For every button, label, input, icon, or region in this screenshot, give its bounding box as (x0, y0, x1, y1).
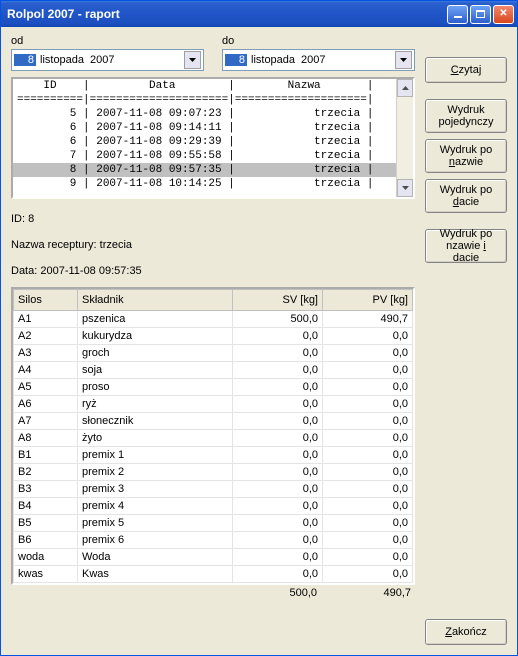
date-from-month[interactable]: listopada (36, 54, 90, 66)
list-row[interactable]: 6 | 2007-11-08 09:14:11 | trzecia | (13, 121, 397, 135)
dropdown-icon[interactable] (395, 51, 412, 69)
grid-header[interactable]: SV [kg] (233, 290, 323, 311)
scroll-up-icon[interactable] (397, 79, 413, 97)
total-pv: 490,7 (321, 587, 415, 599)
grid-header[interactable]: Silos (14, 290, 78, 311)
date-from-picker[interactable]: 8 listopada 2007 (11, 49, 204, 71)
read-button[interactable]: Czytaj (425, 57, 507, 83)
scrollbar[interactable] (396, 79, 413, 197)
list-row[interactable]: 8 | 2007-11-08 09:57:35 | trzecia | (13, 163, 397, 177)
list-row[interactable]: 5 | 2007-11-08 09:07:23 | trzecia | (13, 107, 397, 121)
date-from-year[interactable]: 2007 (90, 54, 114, 66)
print-by-name-button[interactable]: Wydruk po nazwie (425, 139, 507, 173)
titlebar: Rolpol 2007 - raport (1, 1, 517, 27)
list-row[interactable]: 9 | 2007-11-08 10:14:25 | trzecia | (13, 177, 397, 191)
close-app-button[interactable]: Zakończ (425, 619, 507, 645)
table-row[interactable]: A4soja0,00,0 (14, 362, 413, 379)
print-by-date-button[interactable]: Wydruk po dacie (425, 179, 507, 213)
table-row[interactable]: kwasKwas0,00,0 (14, 566, 413, 583)
report-list[interactable]: ID | Data | Nazwa |==========|==========… (11, 77, 415, 199)
grid-totals: 500,0 490,7 (11, 587, 415, 599)
dropdown-icon[interactable] (184, 51, 201, 69)
table-row[interactable]: A3groch0,00,0 (14, 345, 413, 362)
date-from-day[interactable]: 8 (14, 54, 36, 66)
table-row[interactable]: B4premix 40,00,0 (14, 498, 413, 515)
app-window: Rolpol 2007 - raport od 8 listopada 2007 (0, 0, 518, 656)
table-row[interactable]: B1premix 10,00,0 (14, 447, 413, 464)
table-row[interactable]: wodaWoda0,00,0 (14, 549, 413, 566)
from-label: od (11, 35, 204, 47)
date-to-month[interactable]: listopada (247, 54, 301, 66)
table-row[interactable]: A2kukurydza0,00,0 (14, 328, 413, 345)
table-row[interactable]: A5proso0,00,0 (14, 379, 413, 396)
list-row[interactable]: 7 | 2007-11-08 09:55:58 | trzecia | (13, 149, 397, 163)
total-sv: 500,0 (227, 587, 321, 599)
ingredients-grid[interactable]: SilosSkładnikSV [kg]PV [kg] A1pszenica50… (11, 287, 415, 585)
list-row[interactable]: ID | Data | Nazwa | (13, 79, 397, 93)
table-row[interactable]: A1pszenica500,0490,7 (14, 311, 413, 328)
list-row[interactable]: ==========|=====================|=======… (13, 93, 397, 107)
grid-header[interactable]: PV [kg] (323, 290, 413, 311)
detail-id: ID: 8 (11, 213, 415, 225)
print-single-button[interactable]: Wydruk pojedynczy (425, 99, 507, 133)
date-to-day[interactable]: 8 (225, 54, 247, 66)
print-by-name-date-button[interactable]: Wydruk po nzawie i dacie (425, 229, 507, 263)
list-row[interactable]: 6 | 2007-11-08 09:29:39 | trzecia | (13, 135, 397, 149)
table-row[interactable]: B6premix 60,00,0 (14, 532, 413, 549)
grid-header[interactable]: Składnik (78, 290, 233, 311)
scroll-down-icon[interactable] (397, 179, 413, 197)
table-row[interactable]: B5premix 50,00,0 (14, 515, 413, 532)
table-row[interactable]: B3premix 30,00,0 (14, 481, 413, 498)
table-row[interactable]: A6ryż0,00,0 (14, 396, 413, 413)
table-row[interactable]: A7słonecznik0,00,0 (14, 413, 413, 430)
table-row[interactable]: A8żyto0,00,0 (14, 430, 413, 447)
window-title: Rolpol 2007 - raport (7, 7, 447, 21)
minimize-button[interactable] (447, 5, 468, 24)
table-row[interactable]: B2premix 20,00,0 (14, 464, 413, 481)
close-button[interactable] (493, 5, 514, 24)
maximize-button[interactable] (470, 5, 491, 24)
date-to-year[interactable]: 2007 (301, 54, 325, 66)
detail-date: Data: 2007-11-08 09:57:35 (11, 265, 415, 277)
to-label: do (222, 35, 415, 47)
detail-name: Nazwa receptury: trzecia (11, 239, 415, 251)
date-to-picker[interactable]: 8 listopada 2007 (222, 49, 415, 71)
